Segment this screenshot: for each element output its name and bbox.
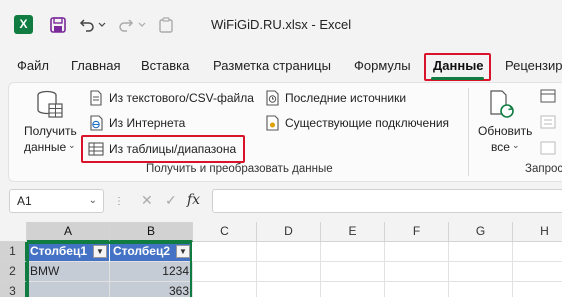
refresh-all-label-1: Обновить (478, 124, 533, 138)
column-header-h[interactable]: H (513, 222, 562, 242)
queries-icon[interactable] (540, 89, 556, 106)
from-web-button[interactable]: Из Интернета (88, 115, 185, 131)
cell-d2[interactable] (257, 262, 321, 282)
table-header-column1: Столбец1 (30, 244, 88, 258)
existing-connections-label: Существующие подключения (285, 116, 450, 130)
cell-b3[interactable]: 363 (110, 282, 193, 297)
existing-connections-button[interactable]: Существующие подключения (264, 115, 449, 131)
cell-a1[interactable]: Столбец1 ▼ (27, 242, 110, 262)
row-header-2[interactable]: 2 (0, 262, 27, 282)
cell-h3[interactable] (513, 282, 562, 297)
cell-e2[interactable] (321, 262, 385, 282)
cell-f3[interactable] (385, 282, 449, 297)
tab-insert[interactable]: Вставка (141, 58, 189, 73)
column-header-e[interactable]: E (321, 222, 385, 242)
refresh-all-button[interactable]: Обновить все ⌄ (474, 88, 533, 158)
tab-data[interactable]: Данные (433, 58, 484, 73)
column-header-f[interactable]: F (385, 222, 449, 242)
group-label-queries: Запрос (525, 163, 562, 175)
cell-e1[interactable] (321, 242, 385, 262)
window-title: WiFiGiD.RU.xlsx - Excel (211, 17, 352, 32)
cell-a3[interactable] (27, 282, 110, 297)
get-data-label-1: Получить (24, 124, 77, 138)
undo-dropdown-icon[interactable] (97, 14, 107, 36)
name-box[interactable]: A1 ⌄ (9, 189, 104, 213)
refresh-all-label-2: все (491, 140, 510, 154)
row-header-1[interactable]: 1 (0, 242, 27, 262)
column-header-a[interactable]: A (27, 222, 110, 242)
name-box-value: A1 (17, 194, 32, 208)
column-header-c[interactable]: C (193, 222, 257, 242)
cell-g3[interactable] (449, 282, 513, 297)
clipboard-icon[interactable] (157, 14, 175, 36)
cell-g1[interactable] (449, 242, 513, 262)
cell-b1[interactable]: Столбец2 ▼ (110, 242, 193, 262)
column-header-b[interactable]: B (110, 222, 193, 242)
cell-f1[interactable] (385, 242, 449, 262)
properties-icon[interactable] (540, 115, 556, 132)
tab-home[interactable]: Главная (71, 58, 120, 73)
cell-g2[interactable] (449, 262, 513, 282)
tab-formulas[interactable]: Формулы (354, 58, 411, 73)
clock-icon (264, 90, 280, 106)
cell-c3[interactable] (193, 282, 257, 297)
chevron-down-icon: ⌄ (68, 140, 76, 150)
confirm-icon[interactable]: ✓ (165, 192, 177, 209)
row-header-3[interactable]: 3 (0, 282, 27, 297)
cell-h1[interactable] (513, 242, 562, 262)
column-header-g[interactable]: G (449, 222, 513, 242)
group-separator (468, 88, 469, 176)
from-table-highlight (81, 135, 245, 163)
get-data-label-2: данные (24, 140, 67, 154)
chevron-down-icon: ⌄ (512, 140, 520, 150)
from-text-csv-label: Из текстового/CSV-файла (109, 91, 254, 105)
redo-dropdown-icon[interactable] (137, 14, 147, 36)
column-header-d[interactable]: D (257, 222, 321, 242)
cell-d1[interactable] (257, 242, 321, 262)
cell-f2[interactable] (385, 262, 449, 282)
get-data-button[interactable]: Получить данные ⌄ (18, 88, 80, 158)
cell-e3[interactable] (321, 282, 385, 297)
cell-d3[interactable] (257, 282, 321, 297)
database-icon (36, 90, 64, 123)
text-file-icon (88, 90, 104, 106)
group-label-get-transform: Получить и преобразовать данные (146, 163, 333, 175)
refresh-icon (488, 90, 516, 123)
formula-input[interactable] (212, 189, 562, 213)
chevron-down-icon: ⌄ (88, 195, 97, 206)
undo-icon[interactable] (78, 14, 96, 36)
from-text-csv-button[interactable]: Из текстового/CSV-файла (88, 90, 254, 106)
from-web-label: Из Интернета (109, 116, 186, 130)
table-header-column2: Столбец2 (113, 244, 171, 258)
cell-h2[interactable] (513, 262, 562, 282)
filter-dropdown-icon[interactable]: ▼ (93, 245, 107, 258)
redo-icon[interactable] (117, 14, 135, 36)
tab-file[interactable]: Файл (17, 58, 49, 73)
select-all-corner[interactable] (0, 222, 27, 242)
edit-links-icon[interactable] (540, 141, 556, 158)
recent-sources-label: Последние источники (285, 91, 407, 105)
cell-c2[interactable] (193, 262, 257, 282)
cell-b2[interactable]: 1234 (110, 262, 193, 282)
web-page-icon (88, 115, 104, 131)
cell-a2[interactable]: BMW (27, 262, 110, 282)
save-icon[interactable] (48, 14, 68, 36)
excel-logo-icon: X (14, 15, 33, 34)
cell-c1[interactable] (193, 242, 257, 262)
more-icon[interactable]: ⋮ (114, 196, 125, 207)
tab-review[interactable]: Рецензир (505, 58, 562, 73)
connections-icon (264, 115, 280, 131)
recent-sources-button[interactable]: Последние источники (264, 90, 406, 106)
insert-function-button[interactable]: fx (187, 192, 200, 208)
cancel-icon[interactable]: ✕ (141, 192, 153, 209)
tab-page-layout[interactable]: Разметка страницы (213, 58, 331, 73)
filter-dropdown-icon[interactable]: ▼ (176, 245, 190, 258)
active-tab-indicator (431, 77, 484, 80)
